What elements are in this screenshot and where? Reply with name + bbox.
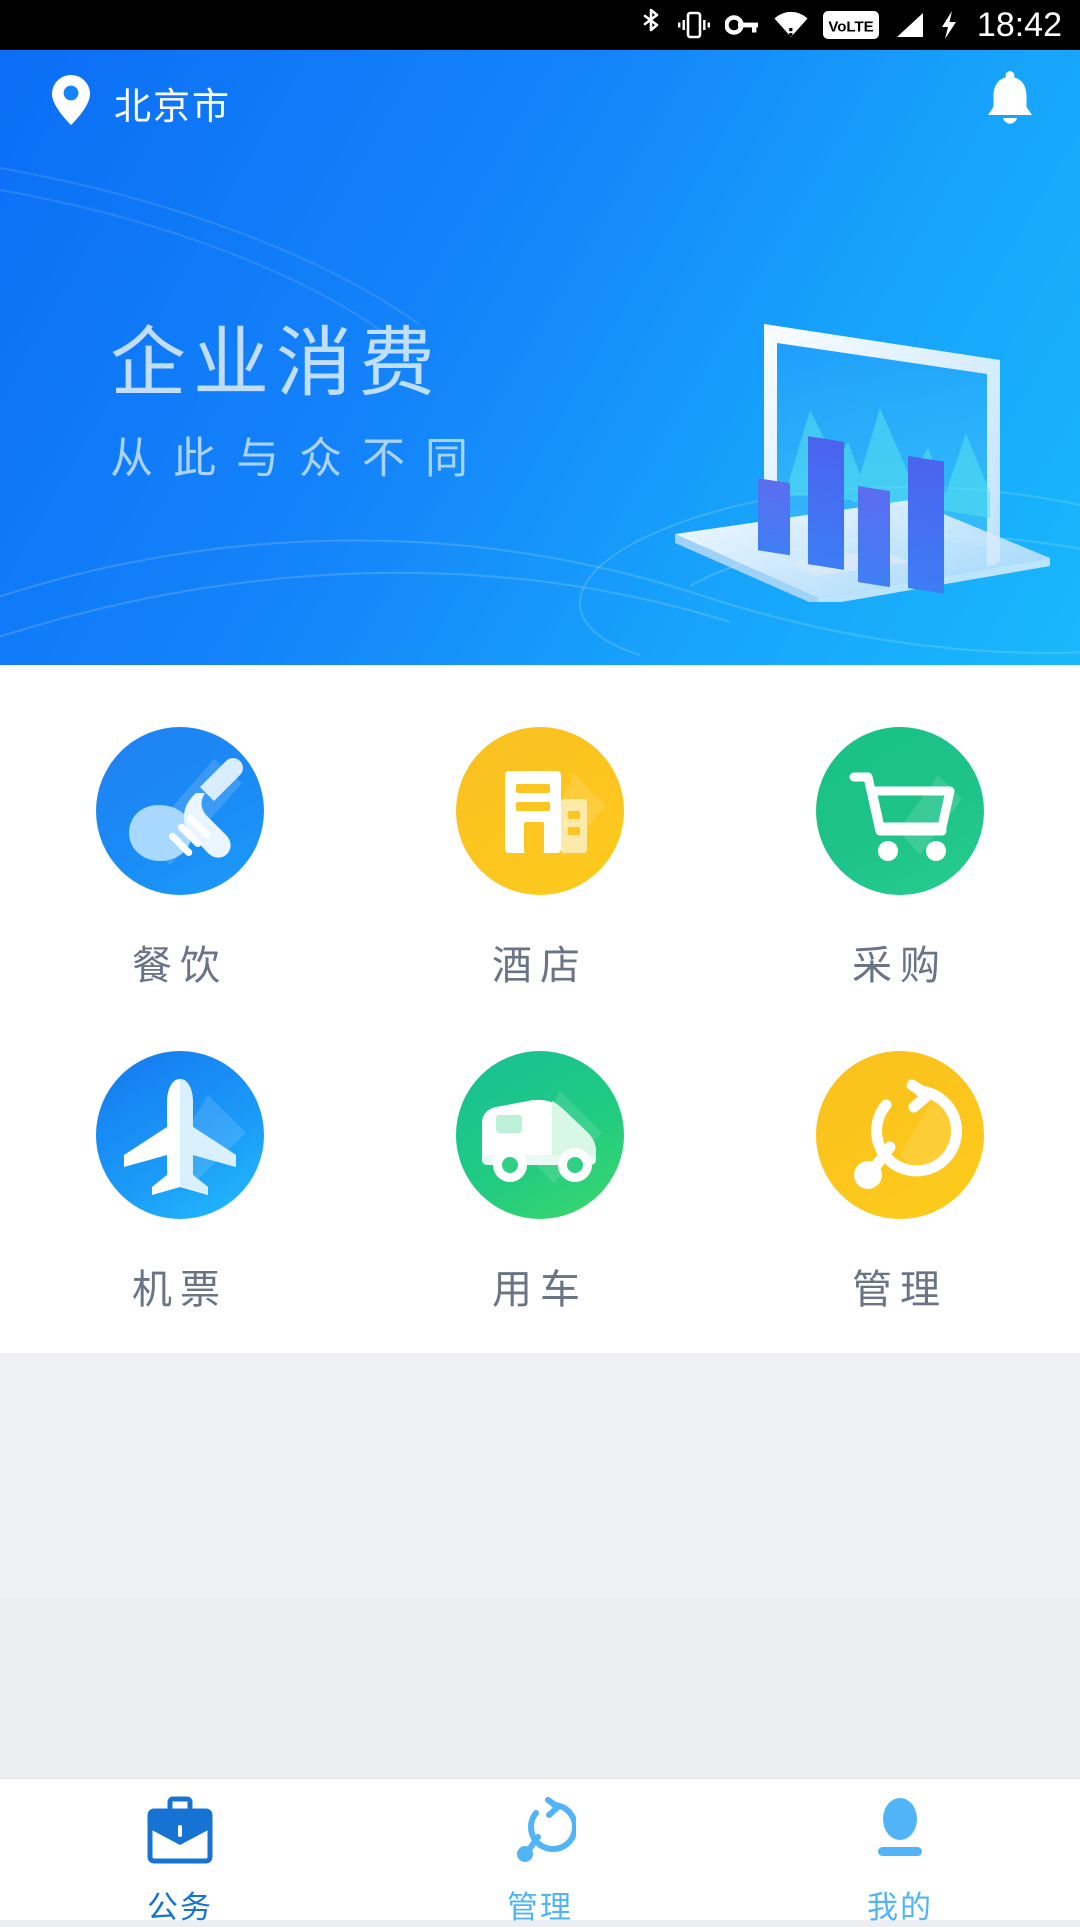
banner-text-block: 企业消费 从此与众不同 [110, 326, 488, 481]
service-label: 用车 [492, 1257, 588, 1315]
management-icon [816, 1051, 984, 1219]
service-item-procurement[interactable]: 采购 [720, 727, 1080, 991]
tab-business[interactable]: 公务 [0, 1793, 360, 1927]
service-grid-row-1: 餐饮 酒店 [0, 727, 1080, 991]
volte-icon: VoLTE [823, 11, 879, 39]
top-nav: 北京市 [0, 50, 1080, 155]
banner-subtitle: 从此与众不同 [110, 438, 488, 481]
management-icon [504, 1793, 576, 1872]
service-label: 酒店 [492, 933, 588, 991]
service-label: 采购 [852, 933, 948, 991]
status-bar-clock: 18:42 [977, 6, 1062, 45]
service-item-car[interactable]: 用车 [360, 1051, 720, 1315]
bell-icon[interactable] [982, 69, 1038, 136]
signal-icon [893, 11, 925, 39]
charging-bolt-icon [939, 10, 959, 40]
vibrate-icon [677, 10, 711, 40]
service-item-flight[interactable]: 机票 [0, 1051, 360, 1315]
tab-mine[interactable]: 我的 [720, 1793, 1080, 1927]
bottom-tab-bar: 公务 管理 我的 [0, 1778, 1080, 1920]
location-pin-icon [50, 73, 92, 132]
service-item-hotel[interactable]: 酒店 [360, 727, 720, 991]
service-label: 管理 [852, 1257, 948, 1315]
wifi-icon [773, 10, 809, 40]
building-icon [456, 727, 624, 895]
service-grid-row-2: 机票 用车 [0, 1051, 1080, 1315]
shopping-cart-icon [816, 727, 984, 895]
svg-text:VoLTE: VoLTE [828, 19, 873, 36]
service-item-dining[interactable]: 餐饮 [0, 727, 360, 991]
service-item-management[interactable]: 管理 [720, 1051, 1080, 1315]
bluetooth-icon [639, 8, 663, 42]
airplane-icon [96, 1051, 264, 1219]
status-bar: VoLTE 18:42 [0, 0, 1080, 50]
empty-content-area [0, 1353, 1080, 1598]
hero-banner: 北京市 企业消费 从此与众不同 [0, 50, 1080, 665]
tab-label: 管理 [507, 1882, 573, 1927]
fork-spoon-icon [96, 727, 264, 895]
location-selector[interactable]: 北京市 [50, 73, 231, 132]
service-grid: 餐饮 酒店 [0, 665, 1080, 1353]
grid-row-spacer [0, 991, 1080, 1051]
service-label: 机票 [132, 1257, 228, 1315]
banner-title: 企业消费 [110, 326, 488, 402]
tab-management[interactable]: 管理 [360, 1793, 720, 1927]
vpn-key-icon [725, 13, 759, 37]
car-icon [456, 1051, 624, 1219]
person-icon [864, 1793, 936, 1872]
tab-label: 公务 [147, 1882, 213, 1927]
laptop-bar-chart-illustration [580, 262, 1050, 607]
service-label: 餐饮 [132, 933, 228, 991]
location-label: 北京市 [114, 76, 231, 130]
tab-label: 我的 [867, 1882, 933, 1927]
briefcase-icon [144, 1793, 216, 1872]
